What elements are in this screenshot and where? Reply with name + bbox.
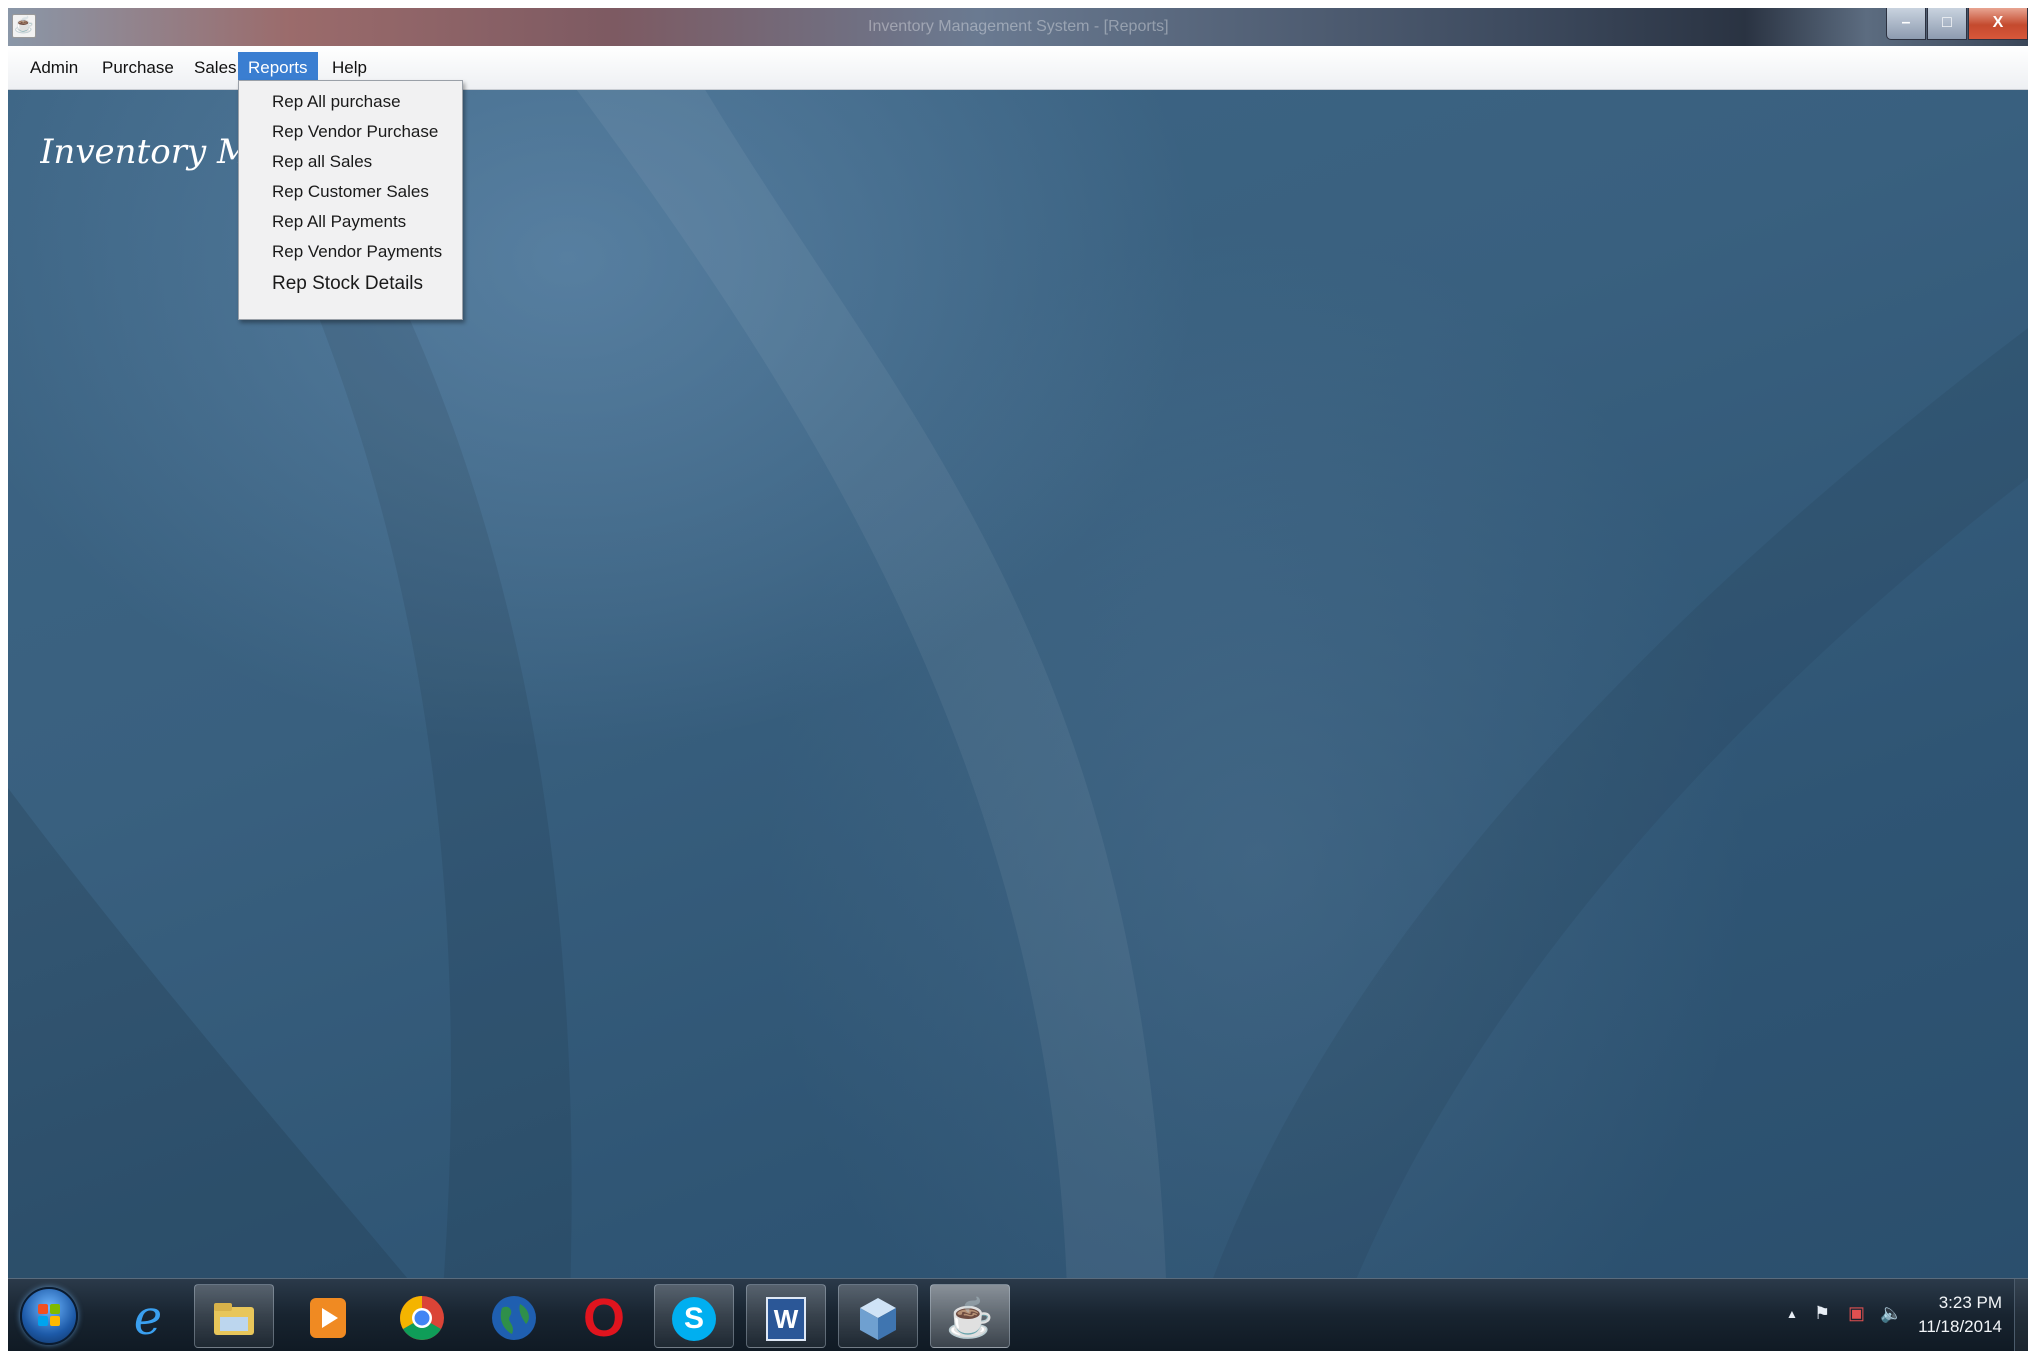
menu-purchase[interactable]: Purchase	[92, 52, 184, 84]
word-icon[interactable]: W	[746, 1284, 826, 1348]
java-app-icon[interactable]: ☕	[12, 14, 36, 38]
windows-flag-icon	[38, 1304, 60, 1326]
menu-item-rep-all-sales[interactable]: Rep all Sales	[239, 147, 462, 177]
play-icon	[310, 1298, 346, 1339]
menu-item-rep-all-purchase[interactable]: Rep All purchase	[239, 87, 462, 117]
taskbar: e O S W ☕ ▲ ⚑ ▣ 🔈 3:23 PM 11/18/2014	[8, 1278, 2028, 1351]
window-title: Inventory Management System - [Reports]	[868, 18, 1169, 35]
system-tray: ▲ ⚑ ▣ 🔈 3:23 PM 11/18/2014	[1768, 1279, 2028, 1351]
file-explorer-icon[interactable]	[194, 1284, 274, 1348]
volume-icon[interactable]: 🔈	[1880, 1303, 1902, 1324]
restore-button[interactable]: □	[1927, 8, 1967, 40]
show-hidden-icons-icon[interactable]: ▲	[1786, 1307, 1798, 1321]
window-titlebar[interactable]: ☕ Inventory Management System - [Reports…	[8, 8, 2028, 46]
app-title: Inventory Management System	[40, 132, 250, 172]
skype-icon[interactable]: S	[654, 1284, 734, 1348]
menu-item-rep-all-payments[interactable]: Rep All Payments	[239, 207, 462, 237]
network-icon[interactable]: ▣	[1848, 1303, 1865, 1324]
internet-explorer-icon[interactable]: e	[108, 1284, 188, 1348]
globe-icon[interactable]	[474, 1284, 554, 1348]
menu-item-rep-stock-details[interactable]: Rep Stock Details	[239, 267, 462, 301]
media-player-icon[interactable]	[288, 1284, 368, 1348]
clock-time: 3:23 PM	[1938, 1293, 2002, 1312]
desktop: ☕ Inventory Management System - [Reports…	[8, 8, 2028, 1351]
window-controls: – □ X	[1885, 8, 2028, 42]
earth-icon	[492, 1296, 536, 1341]
cube-icon	[860, 1298, 896, 1341]
reports-dropdown: Rep All purchase Rep Vendor Purchase Rep…	[238, 80, 463, 320]
virtualbox-icon[interactable]	[838, 1284, 918, 1348]
chrome-logo-icon	[400, 1296, 444, 1341]
folder-icon	[214, 1303, 254, 1336]
menu-item-rep-vendor-payments[interactable]: Rep Vendor Payments	[239, 237, 462, 267]
start-button[interactable]	[20, 1287, 78, 1345]
minimize-button[interactable]: –	[1886, 8, 1926, 40]
show-desktop-button[interactable]	[2014, 1279, 2028, 1351]
java-icon[interactable]: ☕	[930, 1284, 1010, 1348]
opera-icon[interactable]: O	[564, 1284, 644, 1348]
menu-item-rep-customer-sales[interactable]: Rep Customer Sales	[239, 177, 462, 207]
close-button[interactable]: X	[1968, 8, 2028, 40]
clock[interactable]: 3:23 PM 11/18/2014	[1918, 1291, 2002, 1339]
menu-item-rep-vendor-purchase[interactable]: Rep Vendor Purchase	[239, 117, 462, 147]
chrome-icon[interactable]	[382, 1284, 462, 1348]
menu-admin[interactable]: Admin	[20, 52, 88, 84]
clock-date: 11/18/2014	[1918, 1317, 2002, 1336]
action-center-flag-icon[interactable]: ⚑	[1814, 1303, 1830, 1324]
